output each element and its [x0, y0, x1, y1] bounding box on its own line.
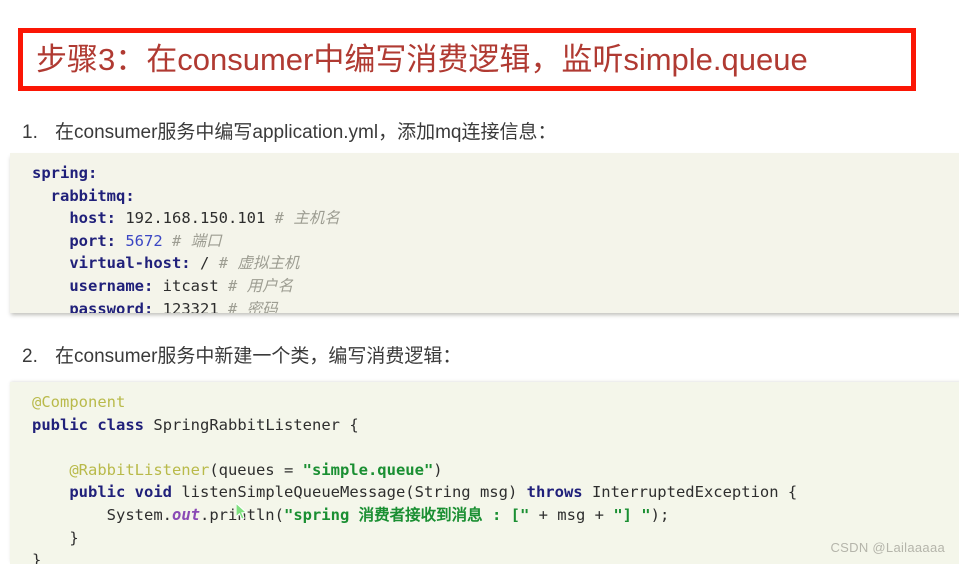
yaml-comment-port: # 端口	[172, 231, 222, 250]
println-system: System.	[106, 505, 172, 524]
yaml-key-virtual-host: virtual-host:	[69, 254, 191, 273]
keyword-class: class	[97, 415, 145, 434]
step-1-number: 1.	[22, 122, 38, 143]
yaml-key-rabbitmq: rabbitmq:	[50, 186, 135, 205]
keyword-public-class: public	[32, 415, 88, 434]
step-2-text: 2. 在consumer服务中新建一个类，编写消费逻辑：	[22, 341, 461, 368]
yaml-key-password: password:	[69, 299, 154, 313]
rabbitlistener-queue-string: "simple.queue"	[302, 460, 434, 479]
java-code-block: @Component public class SpringRabbitList…	[10, 382, 959, 564]
annotation-rabbitlistener: @RabbitListener	[69, 460, 210, 479]
method-close-brace: }	[69, 528, 79, 547]
page-title: 步骤3：在consumer中编写消费逻辑，监听simple.queue	[36, 42, 808, 77]
keyword-void: void	[134, 483, 172, 502]
step-1-text: 1. 在consumer服务中编写application.yml，添加mq连接信息…	[22, 117, 557, 144]
println-out-field: out	[171, 505, 200, 524]
println-concat: + msg +	[529, 505, 614, 524]
yaml-value-password: 123321	[162, 299, 219, 313]
yaml-value-host: 192.168.150.101	[125, 209, 266, 228]
watermark-text: CSDN @Lailaaaaa	[830, 540, 945, 555]
yaml-value-virtual-host: /	[200, 254, 210, 273]
yaml-key-spring: spring:	[32, 164, 98, 182]
yaml-comment-host: # 主机名	[274, 209, 340, 228]
title-banner: 步骤3：在consumer中编写消费逻辑，监听simple.queue	[18, 28, 916, 91]
yaml-comment-username: # 用户名	[228, 276, 294, 295]
class-open-brace: {	[349, 415, 359, 434]
yaml-comment-password: # 密码	[228, 299, 278, 313]
step-1-label: 在consumer服务中编写application.yml，添加mq连接信息：	[55, 122, 557, 143]
println-call: .println(	[199, 505, 284, 524]
yaml-key-username: username:	[69, 276, 154, 295]
class-close-brace: }	[32, 551, 42, 564]
class-name: SpringRabbitListener	[153, 415, 340, 434]
keyword-public-method: public	[69, 483, 126, 502]
yaml-key-host: host:	[69, 209, 116, 228]
annotation-component: @Component	[32, 393, 126, 411]
println-string-open: "spring 消费者接收到消息 : ["	[283, 505, 530, 524]
yaml-comment-virtual-host: # 虚拟主机	[218, 254, 300, 273]
method-signature: listenSimpleQueueMessage(String msg)	[181, 483, 527, 502]
yaml-code-block: spring: rabbitmq: host: 192.168.150.101 …	[10, 153, 959, 313]
yaml-key-port: port:	[69, 231, 116, 250]
keyword-throws: throws	[526, 483, 583, 502]
rabbitlistener-args-close: )	[433, 460, 443, 479]
println-end: );	[650, 505, 670, 524]
println-string-close: "] "	[613, 505, 651, 524]
rabbitlistener-args-open: (queues =	[209, 460, 303, 479]
yaml-value-port: 5672	[125, 231, 163, 250]
step-2-number: 2.	[22, 346, 38, 367]
method-exception: InterruptedException {	[582, 483, 798, 502]
yaml-value-username: itcast	[162, 276, 219, 295]
step-2-label: 在consumer服务中新建一个类，编写消费逻辑：	[55, 346, 462, 367]
